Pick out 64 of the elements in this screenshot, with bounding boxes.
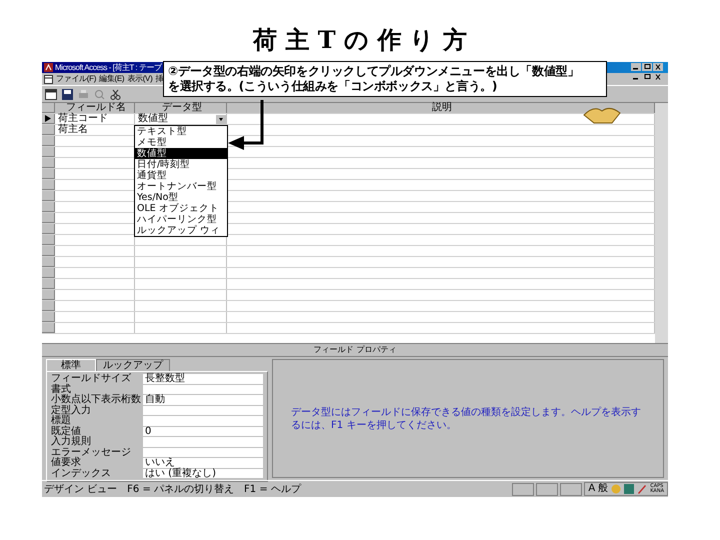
scissors-icon[interactable] <box>110 88 121 100</box>
property-label: インデックス <box>51 468 112 479</box>
dropdown-option[interactable]: オートナンバー型 <box>135 181 227 192</box>
view-icon[interactable] <box>45 88 57 100</box>
property-field[interactable] <box>143 406 263 416</box>
close-icon[interactable] <box>653 73 663 81</box>
tab[interactable]: 標準 <box>46 359 96 371</box>
dropdown-option[interactable]: ルックアップ ウィ <box>135 225 227 236</box>
dropdown-option[interactable]: 通貨型 <box>135 170 227 181</box>
property-field[interactable] <box>143 384 263 395</box>
input-mode-indicator[interactable]: A <box>588 483 596 495</box>
save-icon[interactable] <box>62 88 73 100</box>
input-mode-indicator[interactable]: 般 <box>598 483 608 495</box>
dropdown-option[interactable]: 数値型 <box>135 148 227 159</box>
property-label: エラーメッセージ <box>51 448 132 458</box>
status-panel <box>560 482 582 496</box>
property-field[interactable]: 自動 <box>143 395 263 406</box>
row-selector[interactable] <box>42 114 55 124</box>
slide-title: 荷 主 T の 作 り 方 <box>252 24 468 56</box>
tab[interactable]: ルックアップ <box>96 359 170 371</box>
dropdown-option[interactable]: ハイパーリンク型 <box>135 214 227 225</box>
column-header: データ型 <box>135 103 227 113</box>
print-icon[interactable] <box>78 88 89 100</box>
close-icon[interactable] <box>653 63 663 71</box>
minimize-icon[interactable] <box>631 63 641 71</box>
dropdown-option[interactable]: Yes/No型 <box>135 192 227 203</box>
property-field[interactable] <box>143 437 263 448</box>
scroll-bar[interactable] <box>655 103 668 343</box>
dropdown-option[interactable]: OLE オブジェクト <box>135 203 227 214</box>
property-label: 小数点以下表示桁数 <box>51 395 142 405</box>
preview-icon[interactable] <box>94 88 105 100</box>
property-field[interactable]: 0 <box>143 426 263 437</box>
column-header: フィールド名 <box>55 103 135 113</box>
status-text: デザイン ビュー F6 = パネルの切り替え F1 = ヘルプ <box>44 482 302 496</box>
dropdown-option[interactable]: 日付/時刻型 <box>135 159 227 170</box>
data-type-combo[interactable]: 数値型 <box>138 114 226 124</box>
property-label: フィールドサイズ <box>51 374 132 384</box>
dropdown-option[interactable]: メモ型 <box>135 137 227 148</box>
property-label: 既定値 <box>51 426 81 436</box>
property-field[interactable]: いいえ <box>143 458 263 468</box>
table-cell: 荷主コード <box>58 113 108 124</box>
app-icon <box>44 63 53 72</box>
property-label: 書式 <box>51 384 72 394</box>
menu-item[interactable]: 挿 <box>155 73 164 85</box>
status-panel <box>536 482 558 496</box>
property-label: 入力規則 <box>51 437 92 448</box>
panel-header: フィールド プロパティ <box>312 344 398 356</box>
property-label: 標題 <box>51 416 71 426</box>
menu-item[interactable]: ファイル(F) <box>56 73 96 85</box>
window-title: Microsoft Access - [荷主T : テーブ <box>55 62 162 73</box>
status-panel <box>512 482 534 496</box>
property-field[interactable]: 長整数型 <box>143 374 263 384</box>
menu-item[interactable]: 表示(V) <box>127 73 152 85</box>
property-label: 定型入力 <box>51 406 92 416</box>
dropdown-option[interactable]: テキスト型 <box>135 126 227 137</box>
property-label: 値要求 <box>51 458 82 468</box>
property-field[interactable] <box>143 448 263 458</box>
help-text: データ型にはフィールドに保存できる値の種類を設定します。ヘルプを表示するには、F1 キーを押してください。 <box>291 406 642 432</box>
property-field[interactable] <box>143 416 263 426</box>
property-field[interactable]: はい (重複なし) <box>143 468 263 479</box>
table-cell: 荷主名 <box>58 124 88 135</box>
dropdown-arrow-icon[interactable] <box>216 114 226 124</box>
menu-item[interactable]: 編集(E) <box>99 73 124 85</box>
callout-text: ②データ型の右端の矢印をクリックしてプルダウンメニューを出し「数値型」 を選択する。(こういう仕組みを「コンボボックス」と言う。) <box>168 64 580 94</box>
